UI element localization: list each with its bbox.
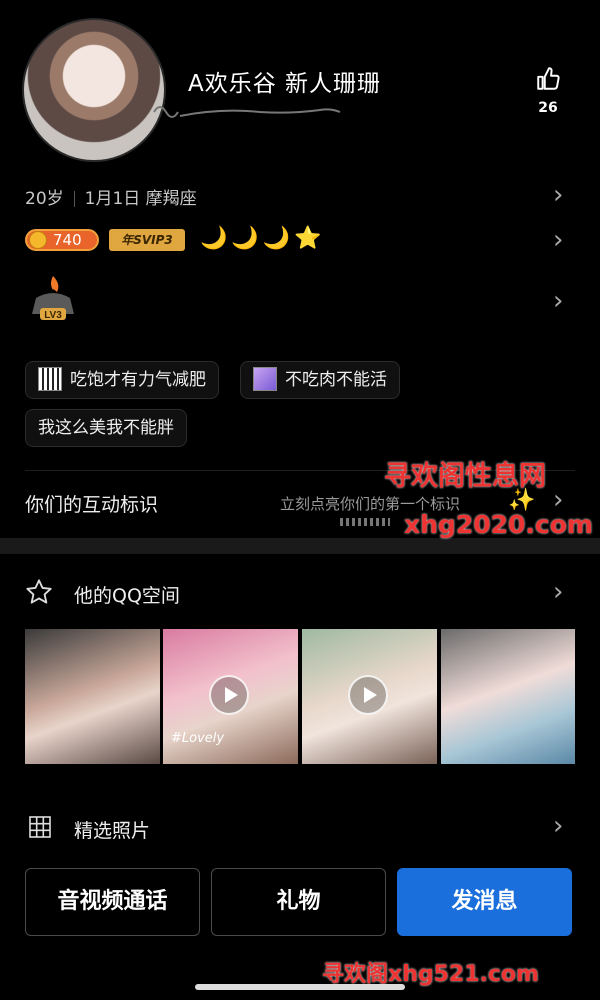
coin-icon (29, 231, 47, 249)
send-message-button[interactable]: 发消息 (397, 868, 572, 936)
tag-chip[interactable]: 不吃肉不能活 (240, 361, 400, 399)
lv-badge-icon[interactable]: LV3 (28, 272, 78, 324)
tag-chip[interactable]: 吃饱才有力气减肥 (25, 361, 219, 399)
gold-level: 740 (53, 231, 82, 249)
play-icon (348, 675, 388, 715)
signature-scribble (153, 106, 341, 118)
birthday-label: 1月1日 摩羯座 (84, 189, 197, 209)
qzone-title: 他的QQ空间 (74, 585, 180, 607)
like-button[interactable] (530, 66, 566, 96)
gold-badge[interactable]: 740 (25, 229, 99, 251)
tag-label: 吃饱才有力气减肥 (70, 370, 206, 390)
chevron-right-icon[interactable]: › (553, 225, 563, 255)
divider (73, 191, 75, 207)
thumbs-up-icon (537, 67, 560, 90)
tag-image (38, 366, 62, 391)
chevron-right-icon[interactable]: › (553, 286, 563, 316)
gift-button[interactable]: 礼物 (211, 868, 386, 936)
qzone-video[interactable]: #Lovely (163, 629, 298, 764)
star-icon (26, 579, 52, 604)
featured-title: 精选照片 (74, 820, 151, 842)
arrow-hint-icon (340, 518, 390, 526)
interaction-title: 你们的互动标识 (25, 494, 159, 516)
play-icon (209, 675, 249, 715)
grid-icon (29, 816, 51, 838)
qzone-photo[interactable] (441, 629, 575, 764)
watermark-site-name: 寻欢阁性息网 (384, 461, 546, 492)
lv-label: LV3 (44, 310, 62, 321)
qzone-video[interactable] (302, 629, 437, 764)
chevron-right-icon[interactable]: › (553, 811, 563, 841)
age-label: 20岁 (25, 189, 64, 209)
profile-meta-row[interactable]: 20岁 1月1日 摩羯座 (25, 184, 197, 209)
av-call-button[interactable]: 音视频通话 (25, 868, 200, 936)
qzone-photo[interactable] (25, 629, 160, 764)
photo-caption: #Lovely (171, 731, 225, 746)
avatar[interactable] (22, 18, 166, 162)
tag-image (253, 366, 277, 391)
tag-label: 不吃肉不能活 (285, 370, 387, 390)
home-indicator[interactable] (195, 984, 405, 990)
watermark-site-url: xhg2020.com (404, 510, 593, 539)
chevron-right-icon[interactable]: › (553, 180, 563, 210)
tag-chip[interactable]: 我这么美我不能胖 (25, 409, 187, 447)
svip-badge[interactable]: 年SVIP3 (109, 229, 185, 251)
profile-name: A欢乐谷 新人珊珊 (188, 71, 382, 97)
chevron-right-icon[interactable]: › (553, 577, 563, 607)
level-moons-icon: 🌙🌙🌙⭐ (200, 226, 326, 251)
like-count: 26 (538, 100, 558, 116)
tag-label: 我这么美我不能胖 (38, 418, 174, 438)
section-separator (0, 538, 600, 554)
